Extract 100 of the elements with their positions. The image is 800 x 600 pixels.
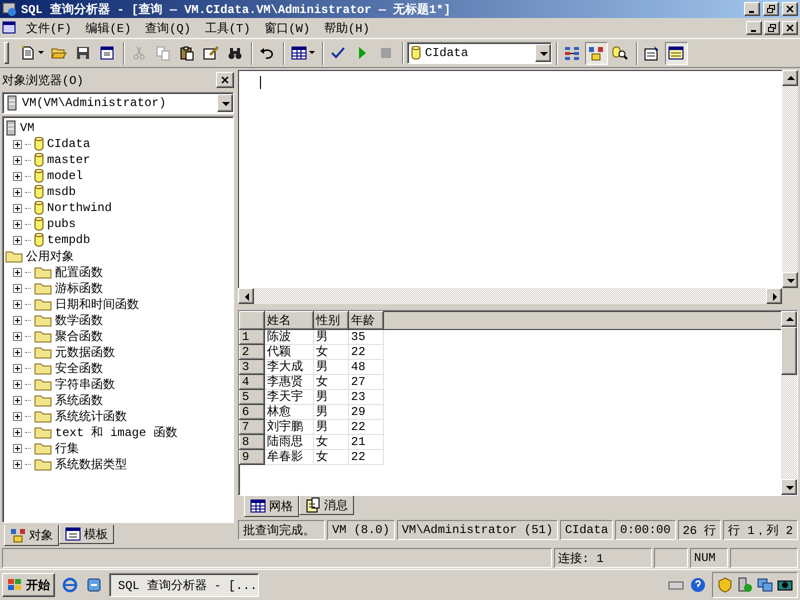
taskbar-button[interactable]: SQL 查询分析器 - [... [109,573,259,597]
tree-item[interactable]: master [47,153,90,167]
tree-item[interactable]: 公用对象 [26,248,74,264]
tree-item[interactable]: 配置函数 [55,264,103,280]
toolbar-grip[interactable] [4,42,9,64]
column-header[interactable]: 姓名 [264,312,314,330]
scroll-down-button[interactable] [781,479,797,495]
menu-item[interactable]: 查询(Q) [139,18,197,38]
expand-toggle[interactable] [13,428,22,436]
expand-toggle[interactable] [13,460,22,468]
minimize-button[interactable] [744,2,760,16]
close-button[interactable] [216,72,234,88]
restore-button[interactable] [763,2,779,16]
row-number[interactable]: 3 [240,360,264,374]
tab[interactable]: 网格 [244,496,299,517]
menu-item[interactable]: 工具(T) [198,18,256,38]
table-cell: 男 [314,420,348,434]
tree-item[interactable]: 游标函数 [55,280,103,296]
tree-item[interactable]: msdb [47,185,76,199]
scroll-down-button[interactable] [782,272,798,288]
expand-toggle[interactable] [13,172,22,180]
dropdown-button[interactable] [217,94,233,112]
expand-toggle[interactable] [13,412,22,420]
expand-toggle[interactable] [13,140,22,148]
expand-toggle[interactable] [13,364,22,372]
expand-toggle[interactable] [13,220,22,228]
scrollbar[interactable] [781,311,797,495]
row-number[interactable]: 6 [240,404,264,420]
expand-toggle[interactable] [13,284,22,292]
menu-item[interactable]: 窗口(W) [258,18,316,38]
tree-item[interactable]: VM [20,121,34,135]
expand-toggle[interactable] [13,300,22,308]
plus-icon [15,398,20,402]
row-number[interactable]: 2 [240,344,264,360]
tab[interactable]: 消息 [299,496,354,515]
expand-toggle[interactable] [13,156,22,164]
tree-item[interactable]: 日期和时间函数 [55,296,139,312]
restore-button[interactable] [764,21,780,35]
expand-toggle[interactable] [13,348,22,356]
tree-item[interactable]: Northwind [47,201,112,215]
scroll-up-button[interactable] [782,70,798,86]
tree-item[interactable]: 安全函数 [55,360,103,376]
expand-toggle[interactable] [13,332,22,340]
tree-item[interactable]: 行集 [55,440,79,456]
scroll-up-button[interactable] [781,311,797,327]
tree-item[interactable]: 数学函数 [55,312,103,328]
scroll-right-button[interactable] [766,288,782,304]
toolbar-button[interactable] [665,42,688,64]
tree-item[interactable]: pubs [47,217,76,231]
row-number[interactable]: 7 [240,420,264,434]
tree-item[interactable]: 系统数据类型 [55,456,127,472]
expand-toggle[interactable] [13,188,22,196]
tree-item[interactable]: 系统统计函数 [55,408,127,424]
folder-icon [34,265,52,279]
minimize-button[interactable] [746,21,762,35]
tree-item[interactable]: 系统函数 [55,392,103,408]
row-number[interactable]: 9 [240,450,264,464]
expand-toggle[interactable] [13,380,22,388]
row-number[interactable]: 1 [240,330,264,344]
tree-item[interactable]: CIdata [47,137,90,151]
close-button[interactable] [782,2,798,16]
grid-icon [291,45,307,61]
dropdown-button[interactable] [535,44,551,62]
status-field: CIdata [560,520,614,540]
tree-item[interactable]: model [47,169,84,183]
expand-toggle[interactable] [13,268,22,276]
folder-icon [34,441,52,455]
tree-item[interactable]: tempdb [47,233,90,247]
tree-item[interactable]: 元数据函数 [55,344,115,360]
menu-item[interactable]: 编辑(E) [80,18,138,38]
tree-item[interactable]: text 和 image 函数 [55,424,178,440]
scrollbar[interactable] [238,288,782,304]
expand-toggle[interactable] [13,204,22,212]
database-icon [34,152,44,168]
database-select[interactable]: CIdata [407,42,552,64]
start-button[interactable]: 开始 [2,573,55,597]
row-number[interactable]: 5 [240,390,264,404]
tree-item[interactable]: 字符串函数 [55,376,115,392]
server-select[interactable]: VM(VM\Administrator) [2,92,234,114]
quick-launch-button[interactable] [85,576,103,594]
row-number[interactable]: 4 [240,374,264,390]
table-cell: 男 [314,404,348,420]
desktop-icon [86,577,102,593]
close-button[interactable] [782,21,798,35]
expand-toggle[interactable] [13,236,22,244]
expand-toggle[interactable] [13,396,22,404]
expand-toggle[interactable] [13,316,22,324]
expand-toggle[interactable] [13,444,22,452]
tree-item[interactable]: 聚合函数 [55,328,103,344]
tab[interactable]: 模板 [59,525,114,544]
column-header[interactable]: 年龄 [348,312,384,330]
scroll-thumb[interactable] [781,327,797,375]
text-cursor [260,76,261,89]
row-number[interactable]: 8 [240,434,264,450]
menu-item[interactable]: 文件(F) [20,18,78,38]
column-header[interactable]: 性别 [314,312,348,330]
menu-item[interactable]: 帮助(H) [318,18,376,38]
scroll-left-button[interactable] [238,288,254,304]
tab[interactable]: 对象 [4,525,59,546]
scrollbar[interactable] [782,70,798,288]
